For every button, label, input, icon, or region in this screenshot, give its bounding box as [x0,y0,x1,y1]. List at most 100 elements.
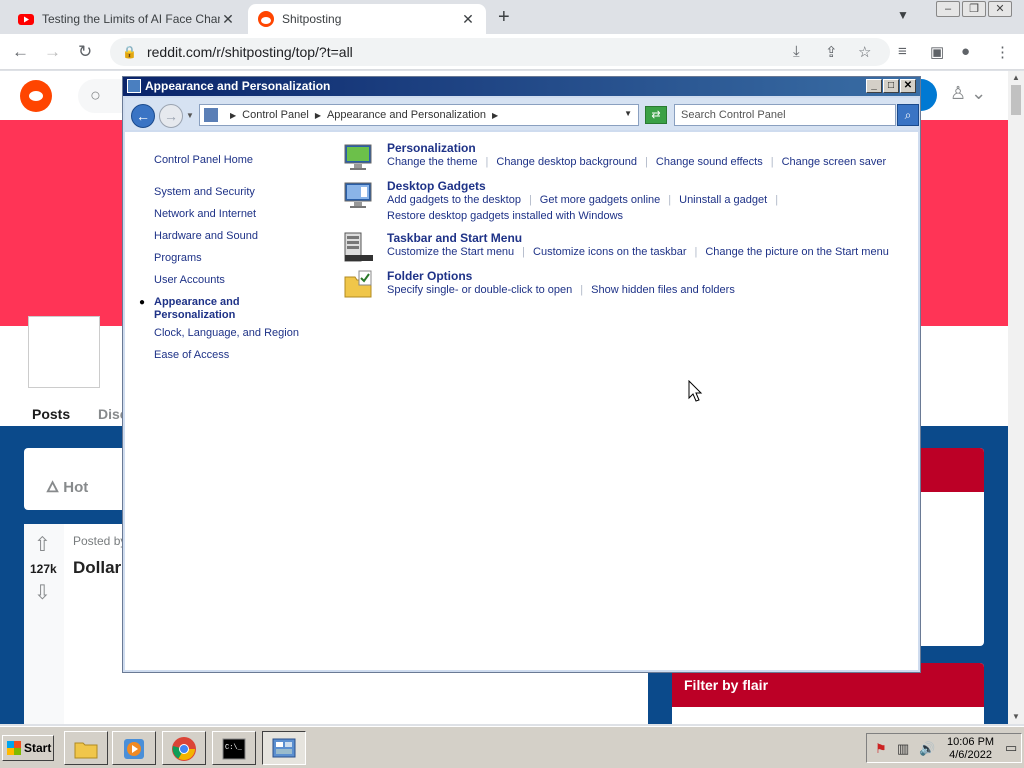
forward-arrow-icon[interactable]: → [159,104,183,128]
downvote-icon[interactable]: ⇩ [34,580,51,605]
search-icon[interactable]: ⌕ [897,104,919,126]
share-icon[interactable]: ⇪ [825,43,838,61]
minimize-icon[interactable]: _ [866,79,882,93]
link-customize-taskbar-icons[interactable]: Customize icons on the taskbar [533,246,686,258]
close-tab-icon[interactable]: ✕ [220,11,236,28]
taskbar-media-player[interactable] [112,731,156,765]
page-scrollbar[interactable]: ▲ ▼ [1008,71,1024,724]
link-change-theme[interactable]: Change the theme [387,156,478,168]
address-toolbar: ← → ▼ ▶ Control Panel ▶ Appearance and P… [125,98,919,130]
network-icon[interactable]: ▥ [897,741,909,757]
upvote-icon[interactable]: ⇧ [34,532,51,557]
mouse-cursor-icon [688,380,703,402]
back-arrow-icon[interactable]: ← [131,104,155,128]
taskbar-command-prompt[interactable]: C:\_ [212,731,256,765]
command-prompt-icon: C:\_ [222,738,246,760]
clock[interactable]: 10:06 PM 4/6/2022 [947,736,994,762]
chevron-down-icon[interactable]: ▼ [624,109,632,118]
clock-time: 10:06 PM [947,736,995,748]
nav-control-panel-home[interactable]: Control Panel Home [154,154,253,166]
link-uninstall-gadget[interactable]: Uninstall a gadget [679,194,767,206]
back-icon[interactable]: ← [12,42,29,62]
address-bar[interactable]: 🔒 reddit.com/r/shitposting/top/?t=all [110,38,890,66]
volume-icon[interactable]: 🔊 [919,741,935,757]
url-text: reddit.com/r/shitposting/top/?t=all [146,44,353,60]
close-tab-icon[interactable]: ✕ [460,11,476,28]
control-panel-icon [127,79,141,93]
search-icon[interactable]: ○ [78,79,128,113]
link-add-gadgets[interactable]: Add gadgets to the desktop [387,194,521,206]
link-single-double-click[interactable]: Specify single- or double-click to open [387,284,572,296]
category-title[interactable]: Taskbar and Start Menu [387,231,522,245]
tab-youtube[interactable]: Testing the Limits of AI Face Chang ✕ [8,4,246,34]
category-title[interactable]: Folder Options [387,269,472,283]
minimize-icon[interactable]: – [936,1,960,17]
post-title[interactable]: Dollar [73,558,121,578]
browser-toolbar: ← → ↻ 🔒 reddit.com/r/shitposting/top/?t=… [0,34,1024,70]
chevron-right-icon[interactable]: ▶ [230,111,236,120]
breadcrumb-control-panel[interactable]: Control Panel [242,109,309,121]
menu-icon[interactable]: ⋮ [995,43,1010,61]
nav-appearance-personalization[interactable]: ● Appearance and Personalization [139,296,240,322]
taskbar-chrome[interactable] [162,731,206,765]
link-restore-gadgets[interactable]: Restore desktop gadgets installed with W… [387,210,623,222]
maximize-icon[interactable]: □ [883,79,899,93]
chevron-right-icon[interactable]: ▶ [492,111,498,120]
category-links: Add gadgets to the desktop | Get more gadg… [387,194,779,206]
profile-icon[interactable]: ● [961,43,970,60]
nav-programs[interactable]: Programs [154,252,202,264]
sort-hot-button[interactable]: 🜂 Hot [46,470,88,501]
reload-icon[interactable]: ↻ [78,42,92,62]
link-change-screen-saver[interactable]: Change screen saver [782,156,887,168]
category-links: Change the theme | Change desktop backgrou… [387,156,887,168]
link-change-sound-effects[interactable]: Change sound effects [656,156,763,168]
action-center-icon[interactable]: ⚑ [875,741,887,757]
search-input[interactable]: Search Control Panel [674,104,896,126]
category-title[interactable]: Personalization [387,141,476,155]
nav-ease-of-access[interactable]: Ease of Access [154,349,229,361]
close-icon[interactable]: ✕ [988,1,1012,17]
nav-clock-language-region[interactable]: Clock, Language, and Region [154,327,299,339]
side-panel-icon[interactable]: ▣ [930,43,944,61]
show-desktop-icon[interactable]: ▭ [1005,740,1017,756]
bookmark-star-icon[interactable]: ☆ [858,43,871,61]
window-controls: – ❐ ✕ [936,1,1012,17]
nav-user-accounts[interactable]: User Accounts [154,274,225,286]
start-button[interactable]: Start [2,735,54,761]
taskbar-control-panel[interactable] [262,731,306,765]
scroll-up-icon[interactable]: ▲ [1012,73,1020,82]
taskbar-file-explorer[interactable] [64,731,108,765]
control-panel-window: Appearance and Personalization _ □ ✕ ← →… [122,76,921,673]
refresh-icon[interactable]: ⇄ [645,106,667,124]
link-change-desktop-background[interactable]: Change desktop background [496,156,637,168]
scroll-thumb[interactable] [1011,85,1021,115]
nav-current-line1: Appearance and [154,296,240,308]
nav-hardware-sound[interactable]: Hardware and Sound [154,230,258,242]
link-change-start-picture[interactable]: Change the picture on the Start menu [705,246,888,258]
link-get-more-gadgets[interactable]: Get more gadgets online [540,194,660,206]
folder-options-icon [344,270,372,298]
tab-reddit[interactable]: Shitposting ✕ [248,4,486,34]
breadcrumb[interactable]: ▶ Control Panel ▶ Appearance and Persona… [199,104,639,126]
recent-pages-icon[interactable]: ▼ [186,111,194,120]
chevron-right-icon[interactable]: ▶ [315,111,321,120]
nav-network-internet[interactable]: Network and Internet [154,208,256,220]
link-customize-start-menu[interactable]: Customize the Start menu [387,246,514,258]
reddit-logo-icon[interactable] [20,80,52,112]
chrome-icon [172,737,196,761]
new-tab-icon[interactable]: + [498,6,510,29]
user-menu-icon[interactable]: ♙ ⌄ [950,83,986,104]
install-icon[interactable]: ⤓ [793,43,800,60]
window-title-bar[interactable]: Appearance and Personalization _ □ ✕ [123,77,920,96]
forward-icon[interactable]: → [44,42,61,62]
link-show-hidden-files[interactable]: Show hidden files and folders [591,284,735,296]
close-icon[interactable]: ✕ [900,79,916,93]
subreddit-avatar [28,316,100,388]
category-title[interactable]: Desktop Gadgets [387,179,486,193]
restore-icon[interactable]: ❐ [962,1,986,17]
nav-system-security[interactable]: System and Security [154,186,255,198]
breadcrumb-appearance[interactable]: Appearance and Personalization [327,109,486,121]
chevron-down-icon[interactable]: ▼ [897,8,909,22]
scroll-down-icon[interactable]: ▼ [1012,712,1020,721]
media-icon[interactable]: ≡ [898,43,907,60]
